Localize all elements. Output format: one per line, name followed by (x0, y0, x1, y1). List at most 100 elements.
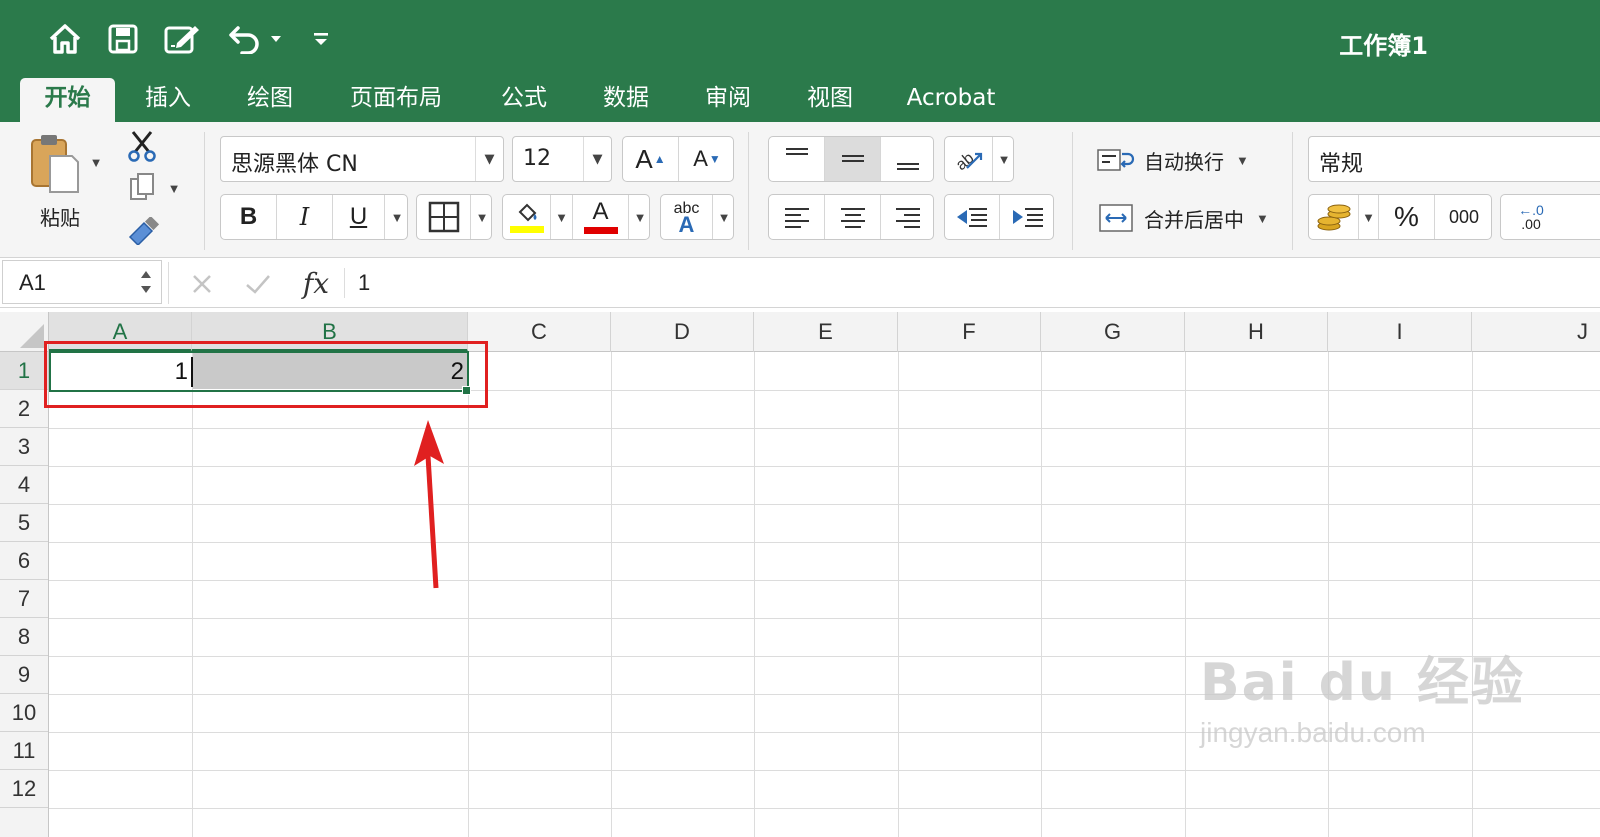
underline-dropdown-icon[interactable]: ▼ (385, 195, 409, 239)
tab-data[interactable]: 数据 (588, 78, 664, 122)
home-icon[interactable] (48, 22, 82, 56)
color-group: ▼ A ▼ (502, 194, 650, 240)
column-header-e[interactable]: E (754, 312, 898, 352)
select-all-corner[interactable] (0, 312, 49, 352)
row-header-7[interactable]: 7 (0, 580, 48, 618)
font-name-dropdown-icon[interactable]: ▼ (475, 137, 503, 181)
merge-center-dropdown-icon[interactable]: ▼ (1256, 211, 1269, 226)
paste-icon[interactable] (22, 132, 86, 194)
column-header-g[interactable]: G (1041, 312, 1185, 352)
tab-home[interactable]: 开始 (20, 78, 115, 122)
customize-toolbar-icon[interactable] (312, 22, 330, 56)
number-format-value: 常规 (1319, 152, 1364, 177)
vertical-align-group (768, 136, 934, 182)
confirm-entry-icon[interactable] (242, 268, 274, 300)
tab-review[interactable]: 审阅 (690, 78, 766, 122)
row-header-4[interactable]: 4 (0, 466, 48, 504)
orientation-dropdown-icon[interactable]: ▼ (993, 137, 1015, 181)
wrap-text-button[interactable]: 自动换行 ▼ (1096, 140, 1276, 180)
accounting-format-icon[interactable] (1309, 195, 1359, 239)
column-header-d[interactable]: D (611, 312, 754, 352)
tab-formulas[interactable]: 公式 (486, 78, 562, 122)
increase-decimal-button[interactable]: ←.0 .00 (1501, 195, 1561, 239)
percent-style-button[interactable]: % (1379, 195, 1435, 239)
worksheet-grid[interactable]: A B C D E F G H I J 1 2 3 4 5 6 7 8 9 10… (0, 312, 1600, 837)
accounting-dropdown-icon[interactable]: ▼ (1359, 195, 1379, 239)
increase-decimal-bottom: .00 (1521, 216, 1541, 232)
row-header-12[interactable]: 12 (0, 770, 48, 808)
merge-center-button[interactable]: 合并后居中 ▼ (1096, 198, 1276, 238)
align-bottom-icon[interactable] (881, 137, 935, 181)
row-header-2[interactable]: 2 (0, 390, 48, 428)
name-box-value: A1 (19, 270, 46, 295)
font-name-select[interactable]: 思源黑体 CN ▼ (220, 136, 504, 182)
align-right-icon[interactable] (881, 195, 935, 239)
comma-style-button[interactable]: 000 (1435, 195, 1493, 239)
italic-button[interactable]: I (277, 195, 333, 239)
format-painter-icon[interactable] (124, 214, 162, 248)
increase-font-glyph: A (635, 143, 653, 174)
borders-dropdown-icon[interactable]: ▼ (471, 195, 493, 239)
cut-icon[interactable] (124, 128, 160, 164)
tab-view[interactable]: 视图 (792, 78, 868, 122)
font-size-dropdown-icon[interactable]: ▼ (583, 137, 611, 181)
number-format-select[interactable]: 常规 (1308, 136, 1600, 182)
decrease-font-glyph: A (693, 146, 708, 171)
undo-dropdown-icon[interactable] (270, 22, 282, 56)
align-top-icon[interactable] (769, 137, 825, 181)
column-header-c[interactable]: C (468, 312, 611, 352)
tab-insert[interactable]: 插入 (130, 78, 206, 122)
font-color-dropdown-icon[interactable]: ▼ (629, 195, 651, 239)
row-header-3[interactable]: 3 (0, 428, 48, 466)
text-orientation-icon[interactable]: ab (945, 137, 993, 181)
underline-button[interactable]: U (333, 195, 385, 239)
save-icon[interactable] (108, 22, 138, 56)
phonetic-guide-button[interactable]: abc A (661, 195, 713, 239)
fill-color-button[interactable] (503, 195, 551, 239)
tab-acrobat[interactable]: Acrobat (898, 78, 1004, 122)
align-middle-icon[interactable] (825, 137, 881, 181)
font-size-select[interactable]: 12 ▼ (512, 136, 612, 182)
row-header-11[interactable]: 11 (0, 732, 48, 770)
name-box-stepper-icon[interactable] (139, 266, 153, 298)
fill-color-dropdown-icon[interactable]: ▼ (551, 195, 573, 239)
bold-button[interactable]: B (221, 195, 277, 239)
tab-draw[interactable]: 绘图 (232, 78, 308, 122)
copy-icon[interactable] (124, 170, 160, 204)
row-header-8[interactable]: 8 (0, 618, 48, 656)
borders-group: ▼ (416, 194, 492, 240)
fill-color-swatch (509, 225, 544, 233)
font-size-adjust-group: A ▲ A ▼ (622, 136, 734, 182)
align-center-icon[interactable] (825, 195, 881, 239)
paste-dropdown-icon[interactable]: ▼ (88, 152, 104, 172)
row-header-6[interactable]: 6 (0, 542, 48, 580)
phonetic-dropdown-icon[interactable]: ▼ (713, 195, 735, 239)
ribbon-tabs: 开始 插入 绘图 页面布局 公式 数据 审阅 视图 Acrobat (0, 78, 1600, 122)
column-header-j[interactable]: J (1472, 312, 1600, 352)
insert-function-button[interactable]: fx (296, 264, 336, 302)
column-header-i[interactable]: I (1328, 312, 1472, 352)
column-header-f[interactable]: F (898, 312, 1041, 352)
decrease-font-size-button[interactable]: A ▼ (679, 137, 735, 181)
name-box[interactable]: A1 (2, 260, 162, 304)
decrease-indent-icon[interactable] (945, 195, 1000, 239)
formula-input[interactable]: 1 (358, 270, 370, 296)
align-left-icon[interactable] (769, 195, 825, 239)
row-header-5[interactable]: 5 (0, 504, 48, 542)
row-header-9[interactable]: 9 (0, 656, 48, 694)
borders-icon[interactable] (417, 195, 471, 239)
orientation-group: ab ▼ (944, 136, 1014, 182)
font-color-button[interactable]: A (573, 195, 629, 239)
increase-font-size-button[interactable]: A ▲ (623, 137, 679, 181)
edit-document-icon[interactable] (164, 22, 202, 56)
cancel-entry-icon[interactable] (186, 268, 218, 300)
row-header-1[interactable]: 1 (0, 352, 48, 390)
title-bar: 工作簿1 (0, 0, 1600, 78)
column-header-h[interactable]: H (1185, 312, 1328, 352)
copy-dropdown-icon[interactable]: ▼ (166, 178, 182, 198)
tab-page-layout[interactable]: 页面布局 (336, 78, 456, 122)
undo-icon[interactable] (228, 22, 262, 56)
wrap-text-dropdown-icon[interactable]: ▼ (1236, 153, 1249, 168)
row-header-10[interactable]: 10 (0, 694, 48, 732)
increase-indent-icon[interactable] (1000, 195, 1055, 239)
